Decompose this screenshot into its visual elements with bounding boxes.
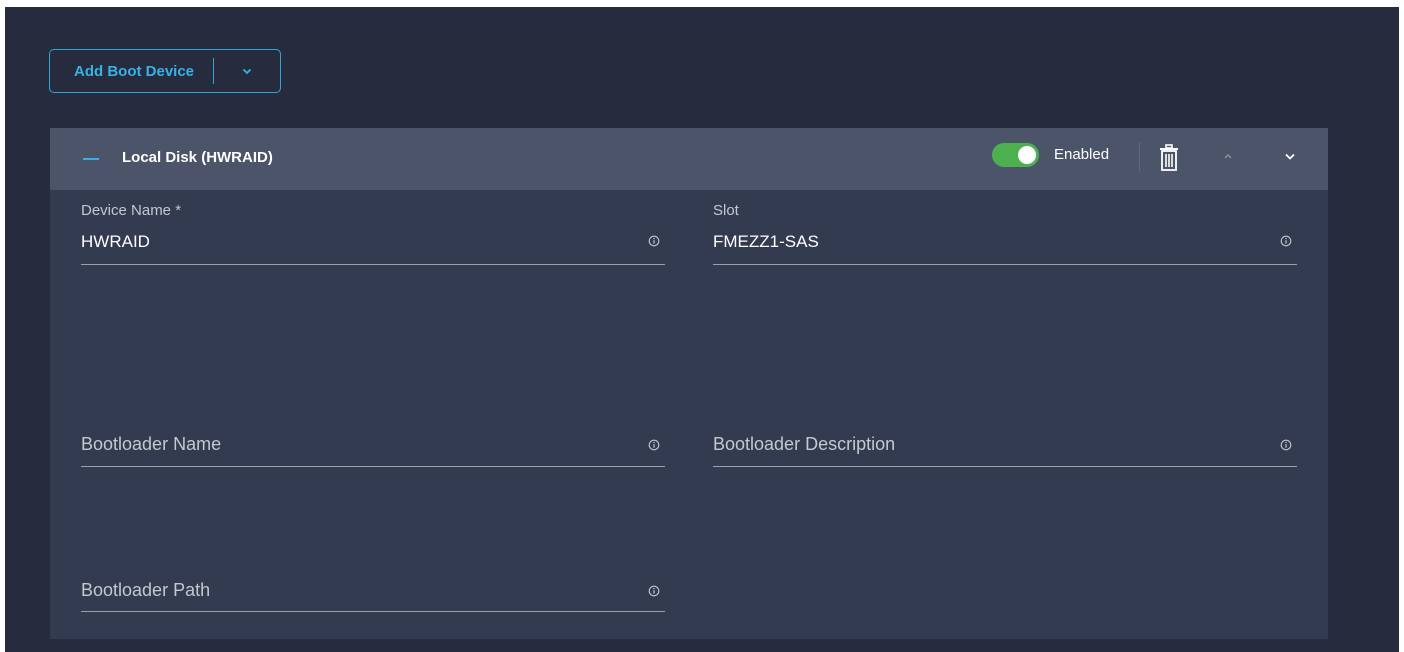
boot-device-header: Local Disk (HWRAID) Enabled [50,128,1328,190]
trash-icon[interactable] [1158,144,1180,172]
header-divider [1139,142,1140,172]
chevron-down-icon [242,68,252,75]
bootloader-name-field[interactable]: Bootloader Name [81,417,665,481]
boot-device-title: Local Disk (HWRAID) [122,149,273,166]
info-icon[interactable] [648,585,660,597]
info-icon[interactable] [1280,235,1292,247]
boot-device-panel: Local Disk (HWRAID) Enabled Device Name … [50,128,1328,639]
toggle-knob [1018,146,1036,164]
info-icon[interactable] [648,439,660,451]
toggle-label: Enabled [1054,146,1110,163]
slot-value[interactable]: FMEZZ1-SAS [713,232,819,252]
slot-label: Slot [713,202,739,219]
bootloader-description-placeholder: Bootloader Description [713,434,896,454]
add-boot-device-dropdown[interactable] [214,65,280,77]
field-underline [81,466,665,467]
device-name-field[interactable]: Device Name * HWRAID [81,202,665,266]
bootloader-name-placeholder: Bootloader Name [81,434,222,454]
chevron-down-icon[interactable] [1282,148,1298,164]
minus-icon[interactable] [83,158,99,160]
info-icon[interactable] [648,235,660,247]
device-name-value[interactable]: HWRAID [81,232,150,252]
info-icon[interactable] [1280,439,1292,451]
chevron-up-icon[interactable] [1220,148,1236,164]
bootloader-description-field[interactable]: Bootloader Description [713,417,1297,481]
boot-order-editor: Add Boot Device Local Disk (HWRAID) Enab… [5,7,1399,652]
slot-field[interactable]: Slot FMEZZ1-SAS [713,202,1297,266]
device-name-label: Device Name * [81,202,182,219]
field-underline [81,611,665,612]
bootloader-path-field[interactable]: Bootloader Path [81,563,665,627]
add-boot-device-label: Add Boot Device [74,62,195,80]
field-underline [713,466,1297,467]
field-underline [81,264,665,265]
add-boot-device-button[interactable]: Add Boot Device [49,49,281,93]
bootloader-path-placeholder: Bootloader Path [81,580,211,600]
field-underline [713,264,1297,265]
enabled-toggle[interactable] [992,143,1039,167]
